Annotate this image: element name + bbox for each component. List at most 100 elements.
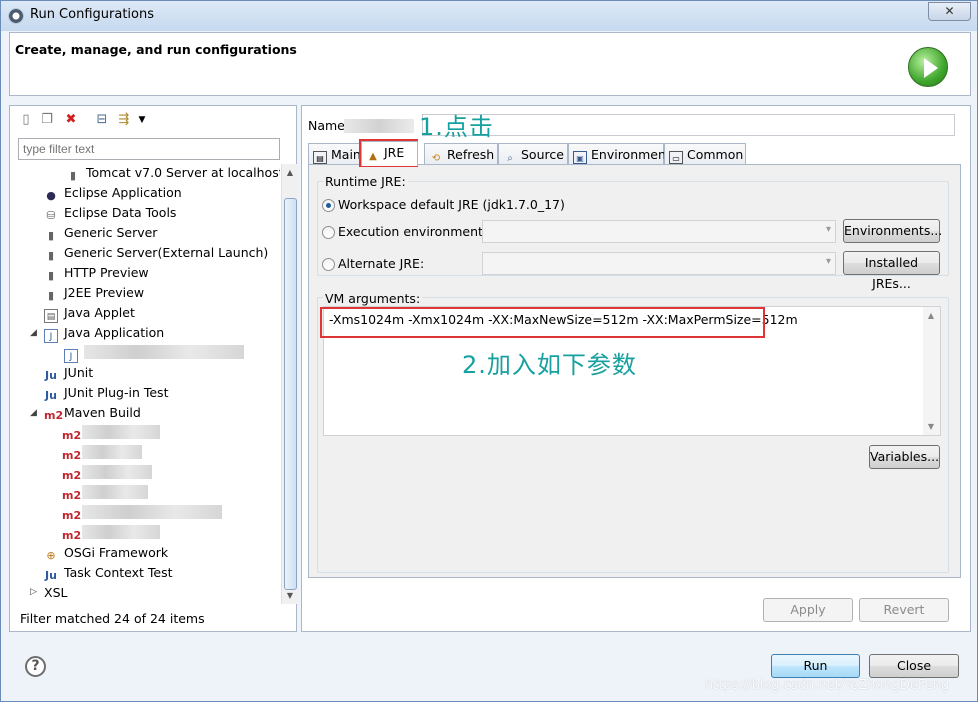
execution-env-radio[interactable]: [322, 226, 335, 239]
tab-environment[interactable]: ▣ Environment: [568, 143, 671, 165]
tree-item-java-application[interactable]: J Java Application: [44, 324, 164, 344]
collapse-all-icon[interactable]: ⊟: [94, 112, 110, 128]
vm-arguments-scrollbar[interactable]: ▲ ▼: [923, 307, 940, 435]
alternate-jre-label: Alternate JRE:: [338, 256, 425, 271]
scroll-up-arrow-icon[interactable]: ▲: [282, 164, 298, 181]
tree-item-eclipse-application[interactable]: ● Eclipse Application: [44, 184, 181, 204]
redacted-name: [82, 525, 160, 539]
eclipse-window-icon: [8, 8, 24, 24]
tab-main[interactable]: ▤ Main: [308, 143, 361, 165]
tree-scrollbar[interactable]: ▲ ▼: [281, 164, 298, 604]
tree-item-java-applet[interactable]: ▤ Java Applet: [44, 304, 135, 324]
vm-arguments-label: VM arguments:: [323, 291, 423, 306]
eclipse-icon: ●: [46, 189, 56, 202]
maven-icon: m2: [62, 429, 82, 442]
close-button[interactable]: Close: [869, 654, 959, 678]
maven-icon: m2: [62, 489, 82, 502]
new-config-icon[interactable]: ▯: [18, 112, 34, 128]
redacted-name: [82, 465, 152, 479]
tree-item-maven-child[interactable]: m2: [62, 444, 142, 464]
expand-maven-chevron-icon[interactable]: ◢: [30, 408, 39, 418]
jre-tab-icon: ▲: [369, 151, 377, 162]
scrollbar-thumb[interactable]: [284, 198, 297, 590]
server-icon: ▮: [47, 249, 55, 262]
alternate-jre-select[interactable]: [482, 252, 836, 275]
scroll-down-arrow-icon[interactable]: ▼: [923, 422, 939, 431]
expand-xsl-chevron-icon[interactable]: ▷: [30, 587, 39, 597]
redacted-name: [84, 345, 244, 359]
tree-item-maven-child[interactable]: m2: [62, 424, 160, 444]
maven-icon: m2: [62, 449, 82, 462]
window-close-button[interactable]: ✕: [928, 2, 971, 21]
server-icon: ▮: [47, 229, 55, 242]
tree-item-maven-child[interactable]: m2: [62, 504, 222, 524]
database-icon: ⛁: [46, 209, 56, 222]
tree-item-generic-server[interactable]: ▮ Generic Server: [44, 224, 157, 244]
tab-refresh[interactable]: ⟲ Refresh: [424, 143, 498, 165]
server-icon: ▮: [47, 269, 55, 282]
environments-button[interactable]: Environments...: [843, 219, 942, 243]
maven-icon: m2: [62, 509, 82, 522]
dialog-header: Create, manage, and run configurations: [9, 32, 971, 96]
tree-item-eclipse-data-tools[interactable]: ⛁ Eclipse Data Tools: [44, 204, 176, 224]
runtime-jre-label: Runtime JRE:: [323, 174, 408, 189]
name-label: Name: [308, 118, 345, 133]
server-icon: ▮: [47, 289, 55, 302]
tree-item-junit-plugin[interactable]: Ju JUnit Plug-in Test: [44, 384, 168, 404]
name-input[interactable]: [422, 114, 955, 136]
applet-icon: ▤: [44, 309, 58, 323]
filter-input[interactable]: [18, 138, 280, 160]
revert-button[interactable]: Revert: [859, 598, 949, 622]
apply-button[interactable]: Apply: [763, 598, 853, 622]
configuration-tree-pane: ▯ ❐ ✖ ⊟ ⇶ ▼ ▮Tomcat v7.0 Server at local…: [9, 105, 298, 632]
tree-item-tomcat[interactable]: ▮ Tomcat v7.0 Server at localhost: [66, 164, 280, 184]
installed-jres-button[interactable]: Installed JREs...: [843, 251, 940, 291]
filter-configs-icon[interactable]: ⇶: [116, 112, 132, 128]
tree-item-maven-child[interactable]: m2: [62, 464, 152, 484]
configuration-tree: ▮ Tomcat v7.0 Server at localhost ● Eclips…: [18, 164, 280, 604]
redacted-name: [82, 425, 160, 439]
tree-item-maven-child[interactable]: m2: [62, 524, 160, 544]
tree-item-xsl[interactable]: XSL: [44, 584, 67, 604]
title-bar: Run Configurations ✕: [1, 1, 977, 31]
maven-icon: m2: [62, 469, 82, 482]
tree-item-http-preview[interactable]: ▮ HTTP Preview: [44, 264, 149, 284]
filter-status: Filter matched 24 of 24 items: [20, 611, 205, 626]
tree-item-j2ee-preview[interactable]: ▮ J2EE Preview: [44, 284, 144, 304]
workspace-jre-radio[interactable]: [322, 199, 335, 212]
tree-item-generic-server-external[interactable]: ▮ Generic Server(External Launch): [44, 244, 268, 264]
run-configurations-window: Run Configurations ✕ Create, manage, and…: [0, 0, 978, 702]
environment-tab-icon: ▣: [573, 151, 587, 164]
tree-item-java-app-child[interactable]: J: [64, 344, 244, 364]
view-menu-chevron-icon[interactable]: ▼: [134, 112, 150, 128]
run-button[interactable]: Run: [771, 654, 860, 678]
alternate-jre-radio[interactable]: [322, 258, 335, 271]
help-icon[interactable]: ?: [25, 656, 46, 677]
tab-jre[interactable]: ▲ JRE: [361, 141, 418, 166]
tree-item-junit[interactable]: Ju JUnit: [44, 364, 93, 384]
tab-common[interactable]: ▭ Common: [664, 143, 746, 165]
redacted-name: [82, 445, 142, 459]
step1-annotation: 1.点击: [419, 113, 494, 141]
junit-plugin-icon: Ju: [45, 389, 57, 402]
main-tab-icon: ▤: [313, 151, 327, 164]
tree-toolbar: ▯ ❐ ✖ ⊟ ⇶ ▼: [18, 111, 218, 131]
expand-java-application-chevron-icon[interactable]: ◢: [30, 328, 39, 338]
redacted-name: [82, 505, 222, 519]
duplicate-config-icon[interactable]: ❐: [39, 112, 55, 128]
execution-env-select[interactable]: [482, 220, 836, 243]
java-app-icon: J: [64, 349, 78, 363]
tree-item-osgi[interactable]: ⊕ OSGi Framework: [44, 544, 168, 564]
scroll-down-arrow-icon[interactable]: ▼: [282, 587, 298, 604]
scroll-up-arrow-icon[interactable]: ▲: [923, 311, 939, 320]
execution-env-label: Execution environment:: [338, 224, 488, 239]
redacted-name: [344, 119, 414, 133]
maven-icon: m2: [44, 409, 64, 422]
tree-item-maven-child[interactable]: m2: [62, 484, 148, 504]
variables-button[interactable]: Variables...: [869, 445, 940, 469]
tree-item-task-context-test[interactable]: Ju Task Context Test: [44, 564, 172, 584]
config-tabs: ▤ Main ▲ JRE ⟲ Refresh ⌕ Source ▣ Environment…: [308, 141, 968, 166]
delete-config-icon[interactable]: ✖: [63, 112, 79, 128]
tab-source[interactable]: ⌕ Source: [498, 143, 568, 165]
tree-item-maven-build[interactable]: m2Maven Build: [44, 404, 141, 424]
